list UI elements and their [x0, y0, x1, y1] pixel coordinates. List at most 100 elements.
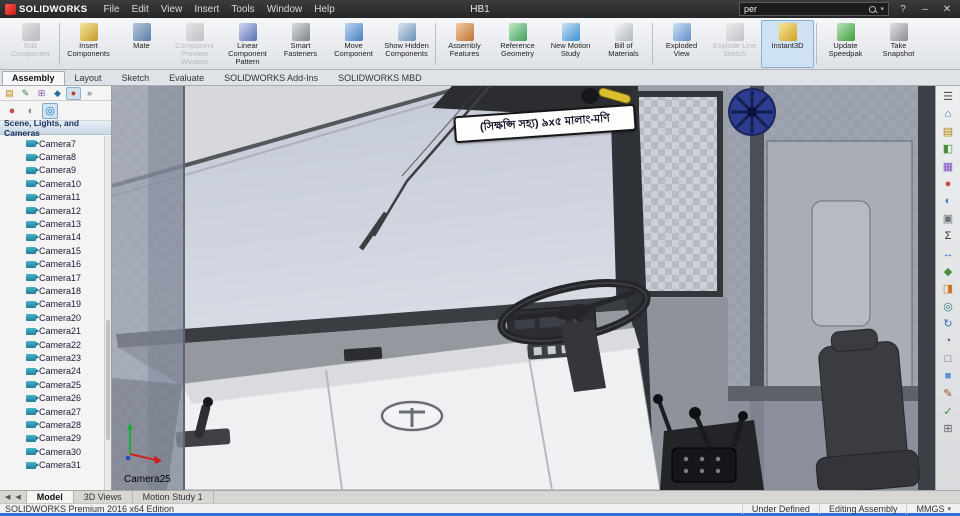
move-component-button[interactable]: Move Component [327, 20, 380, 68]
menu-insert[interactable]: Insert [188, 4, 225, 15]
reference-geometry-button[interactable]: Reference Geometry [491, 20, 544, 68]
tree-item-camera16[interactable]: Camera16 [0, 258, 111, 271]
tree-item-camera14[interactable]: Camera14 [0, 231, 111, 244]
tree-item-camera12[interactable]: Camera12 [0, 204, 111, 217]
tab-sketch[interactable]: Sketch [112, 71, 160, 85]
mass-properties-button[interactable]: ◆ [939, 263, 957, 279]
tree-item-camera22[interactable]: Camera22 [0, 338, 111, 351]
units-selector[interactable]: MMGS ▾ [906, 504, 960, 514]
search-icon[interactable] [869, 6, 876, 13]
tab-scroll-arrow-1[interactable]: ◀ [13, 493, 22, 501]
grid-button[interactable]: ⊞ [939, 421, 957, 437]
scene-button[interactable]: ◐ [939, 193, 957, 209]
search-dropdown-icon[interactable]: ▾ [880, 5, 884, 13]
tree-item-camera24[interactable]: Camera24 [0, 365, 111, 378]
camera-view-button[interactable]: ◎ [939, 298, 957, 314]
tree-item-camera31[interactable]: Camera31 [0, 458, 111, 471]
tree-item-camera18[interactable]: Camera18 [0, 284, 111, 297]
tab-scroll-arrow-0[interactable]: ◀ [3, 493, 12, 501]
bill-of-materials-button[interactable]: Bill of Materials [597, 20, 650, 68]
tree-item-camera7[interactable]: Camera7 [0, 137, 111, 150]
take-snapshot-button[interactable]: Take Snapshot [872, 20, 925, 68]
cabin-fan[interactable] [729, 89, 775, 135]
tree-item-camera23[interactable]: Camera23 [0, 351, 111, 364]
tab-solidworks-mbd[interactable]: SOLIDWORKS MBD [328, 71, 432, 85]
view-scene-lights-button[interactable]: ◐ [23, 103, 39, 119]
tree-item-camera21[interactable]: Camera21 [0, 324, 111, 337]
help-button[interactable]: ? [895, 4, 911, 15]
zoom-view-button[interactable]: ◔ [939, 333, 957, 349]
solidworks-resources-button[interactable]: ⌂ [939, 106, 957, 122]
shaded-display-button[interactable]: ■ [939, 368, 957, 384]
tab-layout[interactable]: Layout [65, 71, 112, 85]
tree-item-camera26[interactable]: Camera26 [0, 391, 111, 404]
tree-item-camera8[interactable]: Camera8 [0, 150, 111, 163]
menu-edit[interactable]: Edit [126, 4, 155, 15]
mate-button[interactable]: Mate [115, 20, 168, 68]
tree-item-camera28[interactable]: Camera28 [0, 418, 111, 431]
section-view-button[interactable]: ◨ [939, 281, 957, 297]
doc-tab-motion-study-1[interactable]: Motion Study 1 [133, 491, 214, 503]
view-palette-button[interactable]: ▦ [939, 158, 957, 174]
left-transparent-panel[interactable] [112, 86, 184, 490]
design-library-button[interactable]: ▤ [939, 123, 957, 139]
dimxpertmanager-tab[interactable]: ◆ [50, 87, 65, 100]
tree-item-camera15[interactable]: Camera15 [0, 244, 111, 257]
doc-tab-3d-views[interactable]: 3D Views [74, 491, 133, 503]
displaymanager-tab[interactable]: ● [66, 87, 81, 100]
tree-item-camera27[interactable]: Camera27 [0, 405, 111, 418]
panel-scrollbar[interactable] [104, 136, 111, 490]
assembly-features-button[interactable]: Assembly Features [438, 20, 491, 68]
menu-window[interactable]: Window [261, 4, 309, 15]
tab-assembly[interactable]: Assembly [2, 71, 65, 85]
show-hidden-components-button[interactable]: Show Hidden Components [380, 20, 433, 68]
smart-fasteners-button[interactable]: Smart Fasteners [274, 20, 327, 68]
menu-view[interactable]: View [155, 4, 189, 15]
tree-item-camera19[interactable]: Camera19 [0, 298, 111, 311]
panel-scrollbar-thumb[interactable] [106, 320, 110, 440]
tree-item-camera30[interactable]: Camera30 [0, 445, 111, 458]
new-motion-study-button[interactable]: New Motion Study [544, 20, 597, 68]
exploded-view-button[interactable]: Exploded View [655, 20, 708, 68]
panel-expand[interactable]: » [82, 87, 97, 100]
tab-solidworks-add-ins[interactable]: SOLIDWORKS Add-Ins [214, 71, 328, 85]
linear-component-pattern-button[interactable]: Linear Component Pattern [221, 20, 274, 68]
measure-button[interactable]: ↔ [939, 246, 957, 262]
tree-item-camera9[interactable]: Camera9 [0, 164, 111, 177]
tree-item-camera20[interactable]: Camera20 [0, 311, 111, 324]
component-preview-window-button[interactable]: Component Preview Window [168, 20, 221, 68]
minimize-button[interactable]: – [917, 4, 933, 15]
wireframe-display-button[interactable]: □ [939, 351, 957, 367]
menu-file[interactable]: File [97, 4, 125, 15]
menu-help[interactable]: Help [308, 4, 341, 15]
instant3d-button[interactable]: Instant3D [761, 20, 814, 68]
roof-knob[interactable] [581, 88, 599, 104]
doc-tab-model[interactable]: Model [27, 491, 74, 503]
tree-item-camera29[interactable]: Camera29 [0, 432, 111, 445]
update-speedpak-button[interactable]: Update Speedpak [819, 20, 872, 68]
menu-tools[interactable]: Tools [225, 4, 260, 15]
appearances-button[interactable]: ● [939, 176, 957, 192]
search-box[interactable]: ▾ [739, 2, 889, 16]
insert-components-button[interactable]: Insert Components [62, 20, 115, 68]
file-explorer-button[interactable]: ◧ [939, 141, 957, 157]
tree-item-camera17[interactable]: Camera17 [0, 271, 111, 284]
tab-evaluate[interactable]: Evaluate [159, 71, 214, 85]
tree-item-camera10[interactable]: Camera10 [0, 177, 111, 190]
close-button[interactable]: ✕ [939, 4, 955, 15]
edit-component-button[interactable]: Edit Component [4, 20, 57, 68]
rotate-view-button[interactable]: ↻ [939, 316, 957, 332]
propertymanager-tab[interactable]: ✎ [18, 87, 33, 100]
view-appearances-button[interactable]: ● [4, 103, 20, 119]
search-input[interactable] [744, 4, 865, 14]
custom-properties-button[interactable]: ▣ [939, 211, 957, 227]
tree-item-camera25[interactable]: Camera25 [0, 378, 111, 391]
edit-sketch-button[interactable]: ✎ [939, 386, 957, 402]
equations-button[interactable]: Σ [939, 228, 957, 244]
taskpane-menu-button[interactable]: ☰ [939, 88, 957, 104]
tree-item-camera13[interactable]: Camera13 [0, 217, 111, 230]
graphics-viewport[interactable]: (সিক্ষপ্সি সহ্য) ৯x৫ মালাং-মণি Camera25 [112, 86, 935, 490]
featuremanager-tab[interactable]: ▤ [2, 87, 17, 100]
configurationmanager-tab[interactable]: ⊞ [34, 87, 49, 100]
explode-line-sketch-button[interactable]: Explode Line Sketch [708, 20, 761, 68]
